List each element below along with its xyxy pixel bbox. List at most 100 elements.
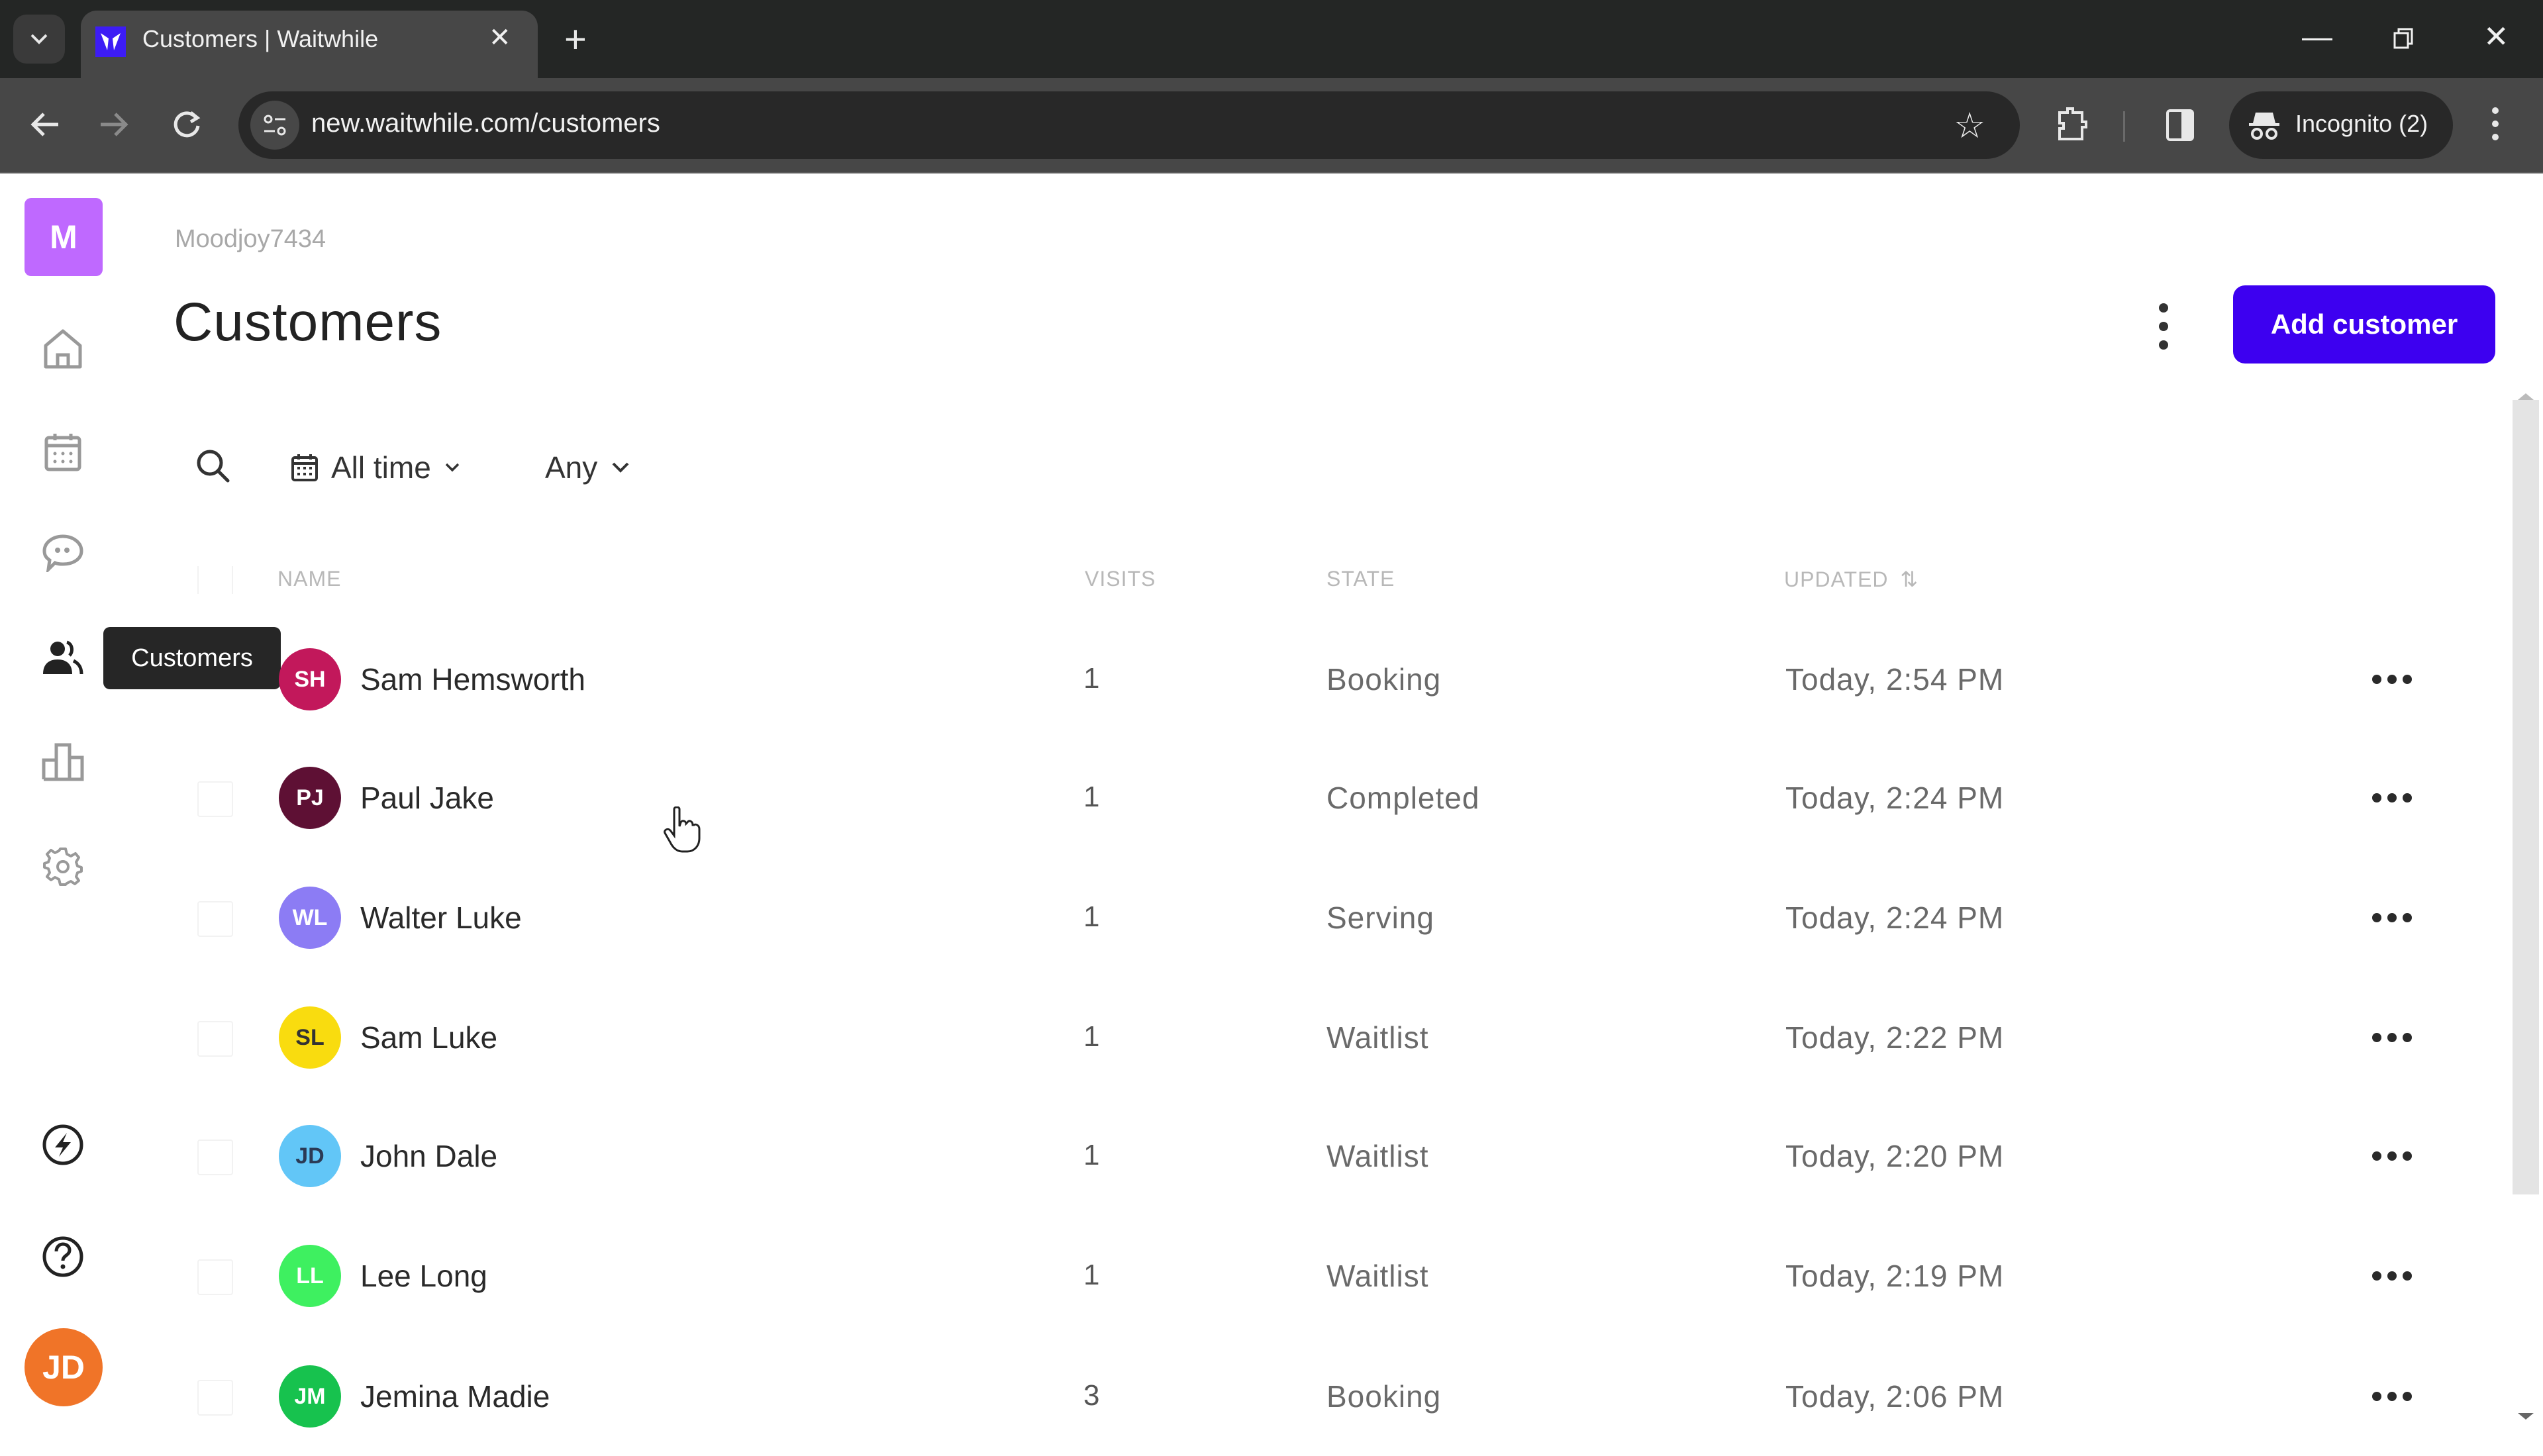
row-more-options-icon[interactable]	[2372, 673, 2412, 686]
row-checkbox[interactable]	[197, 1380, 233, 1416]
row-checkbox[interactable]	[197, 1140, 233, 1175]
row-more-options-icon[interactable]	[2372, 1390, 2412, 1403]
new-tab-plus-icon[interactable]: +	[564, 17, 587, 62]
incognito-icon	[2248, 110, 2281, 145]
row-more-options-icon[interactable]	[2372, 1269, 2412, 1283]
minimize-icon[interactable]: —	[2302, 19, 2332, 54]
customer-state: Booking	[1326, 662, 1442, 697]
scroll-down-arrow-icon[interactable]	[2518, 1413, 2534, 1420]
select-all-checkbox[interactable]	[197, 566, 233, 594]
scrollbar-thumb[interactable]	[2513, 400, 2539, 1194]
hand-cursor-icon	[662, 806, 702, 857]
row-checkbox[interactable]	[197, 781, 233, 817]
customer-avatar: SL	[279, 1006, 341, 1069]
row-more-options-icon[interactable]	[2372, 791, 2412, 804]
row-more-options-icon[interactable]	[2372, 911, 2412, 924]
browser-menu-kebab-icon[interactable]	[2490, 106, 2501, 145]
tab-list-button[interactable]	[13, 15, 65, 64]
customer-state: Waitlist	[1326, 1020, 1429, 1055]
column-header-visits[interactable]: VISITS	[1085, 567, 1156, 591]
sidebar-item-home[interactable]	[36, 322, 89, 375]
more-options-kebab-icon[interactable]	[2152, 303, 2175, 350]
customer-state: Booking	[1326, 1379, 1442, 1414]
chevron-down-icon	[612, 462, 629, 473]
scroll-up-arrow-icon[interactable]	[2518, 393, 2534, 400]
page-title: Customers	[174, 292, 442, 352]
home-icon	[44, 329, 82, 369]
customer-name[interactable]: Lee Long	[360, 1258, 487, 1294]
date-range-value: All time	[331, 450, 431, 485]
customer-state: Serving	[1326, 900, 1434, 935]
customer-name[interactable]: Sam Luke	[360, 1020, 497, 1055]
row-more-options-icon[interactable]	[2372, 1031, 2412, 1044]
sidebar-item-messages[interactable]	[36, 526, 89, 579]
toolbar-divider	[2123, 111, 2125, 142]
url-text[interactable]: new.waitwhile.com/customers	[311, 109, 660, 138]
waitwhile-logo-icon	[101, 33, 121, 50]
extensions-puzzle-icon[interactable]	[2056, 106, 2089, 146]
customer-state: Waitlist	[1326, 1139, 1429, 1173]
customer-avatar: WL	[279, 887, 341, 949]
visits-count: 1	[1083, 1259, 1100, 1291]
date-range-filter[interactable]: All time	[291, 445, 460, 490]
forward-arrow-icon[interactable]	[98, 110, 130, 142]
window-close-icon[interactable]: ✕	[2483, 19, 2509, 54]
customer-avatar: LL	[279, 1245, 341, 1307]
column-header-updated-label: UPDATED	[1784, 567, 1889, 591]
updated-time: Today, 2:22 PM	[1785, 1020, 2005, 1055]
updated-time: Today, 2:06 PM	[1785, 1379, 2005, 1414]
tune-icon	[264, 115, 286, 136]
tab-title: Customers | Waitwhile	[142, 25, 379, 52]
customer-avatar: JM	[279, 1365, 341, 1428]
tab-close-icon[interactable]: ✕	[489, 23, 511, 53]
visits-count: 1	[1083, 1020, 1100, 1053]
customer-name[interactable]: John Dale	[360, 1138, 497, 1174]
customer-avatar: SH	[279, 648, 341, 710]
row-checkbox[interactable]	[197, 901, 233, 937]
search-icon[interactable]	[195, 448, 232, 488]
bookmark-star-icon[interactable]: ☆	[1954, 105, 1985, 146]
org-logo[interactable]: M	[25, 198, 103, 276]
calendar-icon	[291, 454, 318, 481]
column-header-name[interactable]: NAME	[277, 567, 341, 591]
sidebar-item-calendar[interactable]	[36, 426, 89, 479]
visits-count: 1	[1083, 900, 1100, 933]
waitwhile-favicon	[95, 26, 126, 57]
back-arrow-icon[interactable]	[29, 110, 61, 142]
customer-name[interactable]: Walter Luke	[360, 900, 522, 936]
customer-name[interactable]: Paul Jake	[360, 780, 494, 816]
visits-count: 1	[1083, 781, 1100, 813]
updated-time: Today, 2:19 PM	[1785, 1259, 2005, 1293]
customer-state: Completed	[1326, 781, 1480, 815]
updated-time: Today, 2:24 PM	[1785, 900, 2005, 935]
column-header-state[interactable]: STATE	[1326, 567, 1395, 591]
add-customer-button[interactable]: Add customer	[2233, 285, 2495, 364]
chevron-down-icon	[30, 34, 48, 44]
chevron-down-icon	[445, 463, 460, 472]
row-checkbox[interactable]	[197, 1021, 233, 1057]
sort-icon: ⇅	[1900, 567, 1919, 591]
calendar-icon	[44, 434, 81, 471]
side-panel-icon[interactable]	[2166, 109, 2195, 145]
reload-icon[interactable]	[171, 109, 203, 144]
customer-name[interactable]: Sam Hemsworth	[360, 661, 585, 697]
updated-time: Today, 2:24 PM	[1785, 781, 2005, 815]
incognito-label: Incognito (2)	[2295, 110, 2428, 137]
restore-icon[interactable]	[2392, 26, 2416, 54]
state-filter[interactable]: Any	[545, 445, 630, 490]
customer-name[interactable]: Jemina Madie	[360, 1379, 550, 1414]
visits-count: 1	[1083, 662, 1100, 695]
customer-avatar: PJ	[279, 767, 341, 829]
updated-time: Today, 2:54 PM	[1785, 662, 2005, 697]
visits-count: 3	[1083, 1379, 1100, 1412]
site-info-button[interactable]	[250, 101, 299, 150]
customer-state: Waitlist	[1326, 1259, 1429, 1293]
state-filter-value: Any	[545, 450, 598, 485]
customer-avatar: JD	[279, 1125, 341, 1187]
chat-icon	[42, 534, 83, 572]
row-checkbox[interactable]	[197, 1259, 233, 1295]
visits-count: 1	[1083, 1139, 1100, 1171]
org-name: Moodjoy7434	[175, 225, 326, 253]
column-header-updated[interactable]: UPDATED ⇅	[1784, 567, 1919, 592]
row-more-options-icon[interactable]	[2372, 1149, 2412, 1163]
